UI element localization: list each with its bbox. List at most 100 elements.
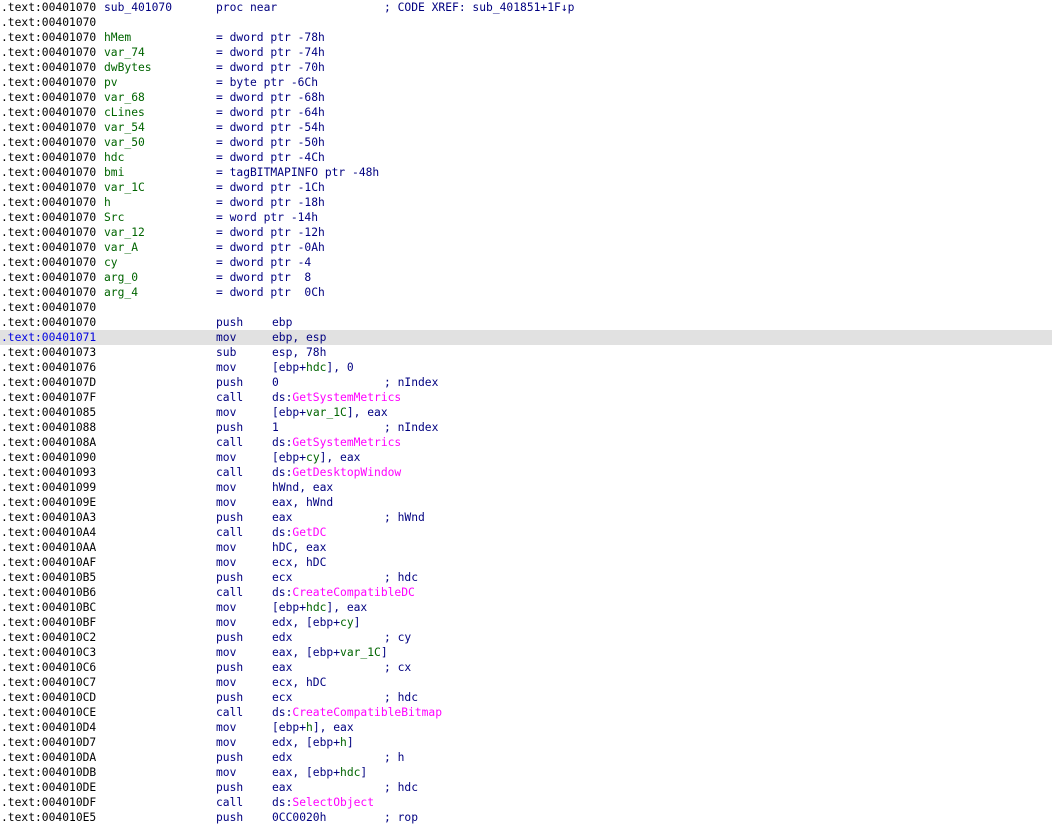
instruction-line[interactable]: .text:004010BF mov edx, [ebp+cy] bbox=[0, 615, 1052, 630]
variable-name[interactable]: var_A bbox=[104, 240, 138, 255]
variable-reference[interactable]: var_1C bbox=[340, 646, 381, 659]
operands: ds:CreateCompatibleDC bbox=[272, 585, 415, 600]
variable-name[interactable]: var_12 bbox=[104, 225, 145, 240]
variable-line[interactable]: .text:00401070 h = dword ptr -18h bbox=[0, 195, 1052, 210]
instruction-line[interactable]: .text:004010DF call ds:SelectObject bbox=[0, 795, 1052, 810]
variable-line[interactable]: .text:00401070 var_A = dword ptr -0Ah bbox=[0, 240, 1052, 255]
variable-name[interactable]: hMem bbox=[104, 30, 131, 45]
variable-line[interactable]: .text:00401070 cy = dword ptr -4 bbox=[0, 255, 1052, 270]
variable-name[interactable]: pv bbox=[104, 75, 118, 90]
variable-reference[interactable]: var_1C bbox=[306, 406, 347, 419]
xref-comment[interactable]: ; CODE XREF: sub_401851+1F↓p bbox=[384, 0, 574, 15]
variable-line[interactable]: .text:00401070 bmi = tagBITMAPINFO ptr -48… bbox=[0, 165, 1052, 180]
instruction-line[interactable]: .text:004010C7 mov ecx, hDC bbox=[0, 675, 1052, 690]
variable-name[interactable]: var_74 bbox=[104, 45, 145, 60]
api-name[interactable]: CreateCompatibleDC bbox=[292, 586, 414, 599]
line-address: .text:0040107D bbox=[1, 376, 97, 389]
variable-name[interactable]: cy bbox=[104, 255, 118, 270]
instruction-line-selected[interactable]: .text:00401071 mov ebp, esp bbox=[0, 330, 1052, 345]
instruction-line[interactable]: .text:004010BC mov [ebp+hdc], eax bbox=[0, 600, 1052, 615]
variable-line[interactable]: .text:00401070 var_74 = dword ptr -74h bbox=[0, 45, 1052, 60]
variable-name[interactable]: var_50 bbox=[104, 135, 145, 150]
variable-name[interactable]: hdc bbox=[104, 150, 124, 165]
api-name[interactable]: SelectObject bbox=[292, 796, 374, 809]
operand-text: ds: bbox=[272, 706, 293, 719]
instruction-line[interactable]: .text:004010C2 push edx ; cy bbox=[0, 630, 1052, 645]
variable-name[interactable]: arg_4 bbox=[104, 285, 138, 300]
instruction-line[interactable]: .text:004010DE push eax ; hdc bbox=[0, 780, 1052, 795]
variable-name[interactable]: h bbox=[104, 195, 111, 210]
instruction-line[interactable]: .text:004010C6 push eax ; cx bbox=[0, 660, 1052, 675]
variable-line[interactable]: .text:00401070 var_68 = dword ptr -68h bbox=[0, 90, 1052, 105]
instruction-line[interactable]: .text:0040107D push 0 ; nIndex bbox=[0, 375, 1052, 390]
instruction-line[interactable]: .text:004010A4 call ds:GetDC bbox=[0, 525, 1052, 540]
mnemonic: mov bbox=[216, 736, 237, 749]
disassembly-listing[interactable]: .text:00401070 sub_401070 proc near ; CO… bbox=[0, 0, 1052, 829]
instruction-line[interactable]: .text:004010DA push edx ; h bbox=[0, 750, 1052, 765]
variable-name[interactable]: var_1C bbox=[104, 180, 145, 195]
operand-text: edx bbox=[272, 631, 293, 644]
api-name[interactable]: CreateCompatibleBitmap bbox=[292, 706, 442, 719]
instruction-line[interactable]: .text:00401085 mov [ebp+var_1C], eax bbox=[0, 405, 1052, 420]
variable-line[interactable]: .text:00401070 var_12 = dword ptr -12h bbox=[0, 225, 1052, 240]
variable-line[interactable]: .text:00401070 var_50 = dword ptr -50h bbox=[0, 135, 1052, 150]
variable-name[interactable]: arg_0 bbox=[104, 270, 138, 285]
variable-line[interactable]: .text:00401070 arg_4 = dword ptr 0Ch bbox=[0, 285, 1052, 300]
variable-line[interactable]: .text:00401070 cLines = dword ptr -64h bbox=[0, 105, 1052, 120]
variable-reference[interactable]: hdc bbox=[306, 361, 326, 374]
instruction-line[interactable]: .text:00401076 mov [ebp+hdc], 0 bbox=[0, 360, 1052, 375]
api-name[interactable]: GetDC bbox=[292, 526, 326, 539]
api-name[interactable]: GetDesktopWindow bbox=[292, 466, 401, 479]
instruction-line[interactable]: .text:004010E5 push 0CC0020h ; rop bbox=[0, 810, 1052, 825]
instruction-line[interactable]: .text:004010B6 call ds:CreateCompatibleDC bbox=[0, 585, 1052, 600]
variable-line[interactable]: .text:00401070 pv = byte ptr -6Ch bbox=[0, 75, 1052, 90]
instruction-line[interactable]: .text:00401090 mov [ebp+cy], eax bbox=[0, 450, 1052, 465]
variable-reference[interactable]: cy bbox=[340, 616, 354, 629]
instruction-line[interactable]: .text:004010B5 push ecx ; hdc bbox=[0, 570, 1052, 585]
proc-header-line[interactable]: .text:00401070 sub_401070 proc near ; CO… bbox=[0, 0, 1052, 15]
variable-reference[interactable]: h bbox=[340, 736, 347, 749]
instruction-line[interactable]: .text:0040108A call ds:GetSystemMetrics bbox=[0, 435, 1052, 450]
variable-line[interactable]: .text:00401070 Src = word ptr -14h bbox=[0, 210, 1052, 225]
instruction-line[interactable]: .text:004010CD push ecx ; hdc bbox=[0, 690, 1052, 705]
instruction-line[interactable]: .text:004010D4 mov [ebp+h], eax bbox=[0, 720, 1052, 735]
instruction-line[interactable]: .text:004010A3 push eax ; hWnd bbox=[0, 510, 1052, 525]
instruction-line[interactable]: .text:0040109E mov eax, hWnd bbox=[0, 495, 1052, 510]
variable-line[interactable]: .text:00401070 var_1C = dword ptr -1Ch bbox=[0, 180, 1052, 195]
instruction-line[interactable]: .text:00401099 mov hWnd, eax bbox=[0, 480, 1052, 495]
instruction-line[interactable]: .text:00401093 call ds:GetDesktopWindow bbox=[0, 465, 1052, 480]
instruction-line[interactable]: .text:004010AA mov hDC, eax bbox=[0, 540, 1052, 555]
variable-name[interactable]: cLines bbox=[104, 105, 145, 120]
instruction-line[interactable]: .text:0040107F call ds:GetSystemMetrics bbox=[0, 390, 1052, 405]
operand-text: esp, 78h bbox=[272, 346, 327, 359]
instruction-line[interactable]: .text:004010C3 mov eax, [ebp+var_1C] bbox=[0, 645, 1052, 660]
blank-line[interactable]: .text:00401070 bbox=[0, 300, 1052, 315]
variable-line[interactable]: .text:00401070 var_54 = dword ptr -54h bbox=[0, 120, 1052, 135]
instruction-line[interactable]: .text:004010DB mov eax, [ebp+hdc] bbox=[0, 765, 1052, 780]
variable-name[interactable]: Src bbox=[104, 210, 124, 225]
operands: ds:GetSystemMetrics bbox=[272, 390, 401, 405]
proc-name[interactable]: sub_401070 bbox=[104, 0, 172, 15]
variable-line[interactable]: .text:00401070 hdc = dword ptr -4Ch bbox=[0, 150, 1052, 165]
blank-line[interactable]: .text:00401070 bbox=[0, 15, 1052, 30]
variable-reference[interactable]: hdc bbox=[340, 766, 360, 779]
instruction-line[interactable]: .text:00401070 push ebp bbox=[0, 315, 1052, 330]
variable-name[interactable]: dwBytes bbox=[104, 60, 152, 75]
variable-line[interactable]: .text:00401070 dwBytes = dword ptr -70h bbox=[0, 60, 1052, 75]
instruction-line[interactable]: .text:004010D7 mov edx, [ebp+h] bbox=[0, 735, 1052, 750]
instruction-line[interactable]: .text:004010CE call ds:CreateCompatibleBit… bbox=[0, 705, 1052, 720]
instruction-line[interactable]: .text:00401073 sub esp, 78h bbox=[0, 345, 1052, 360]
variable-name[interactable]: bmi bbox=[104, 165, 124, 180]
api-name[interactable]: GetSystemMetrics bbox=[292, 391, 401, 404]
api-name[interactable]: GetSystemMetrics bbox=[292, 436, 401, 449]
variable-reference[interactable]: h bbox=[306, 721, 313, 734]
variable-name[interactable]: var_68 bbox=[104, 90, 145, 105]
instruction-line[interactable]: .text:004010AF mov ecx, hDC bbox=[0, 555, 1052, 570]
variable-reference[interactable]: cy bbox=[306, 451, 320, 464]
variable-line[interactable]: .text:00401070 hMem = dword ptr -78h bbox=[0, 30, 1052, 45]
variable-reference[interactable]: hdc bbox=[306, 601, 326, 614]
variable-line[interactable]: .text:00401070 arg_0 = dword ptr 8 bbox=[0, 270, 1052, 285]
variable-name[interactable]: var_54 bbox=[104, 120, 145, 135]
instruction-line[interactable]: .text:00401088 push 1 ; nIndex bbox=[0, 420, 1052, 435]
operand-text: ebp, esp bbox=[272, 331, 327, 344]
